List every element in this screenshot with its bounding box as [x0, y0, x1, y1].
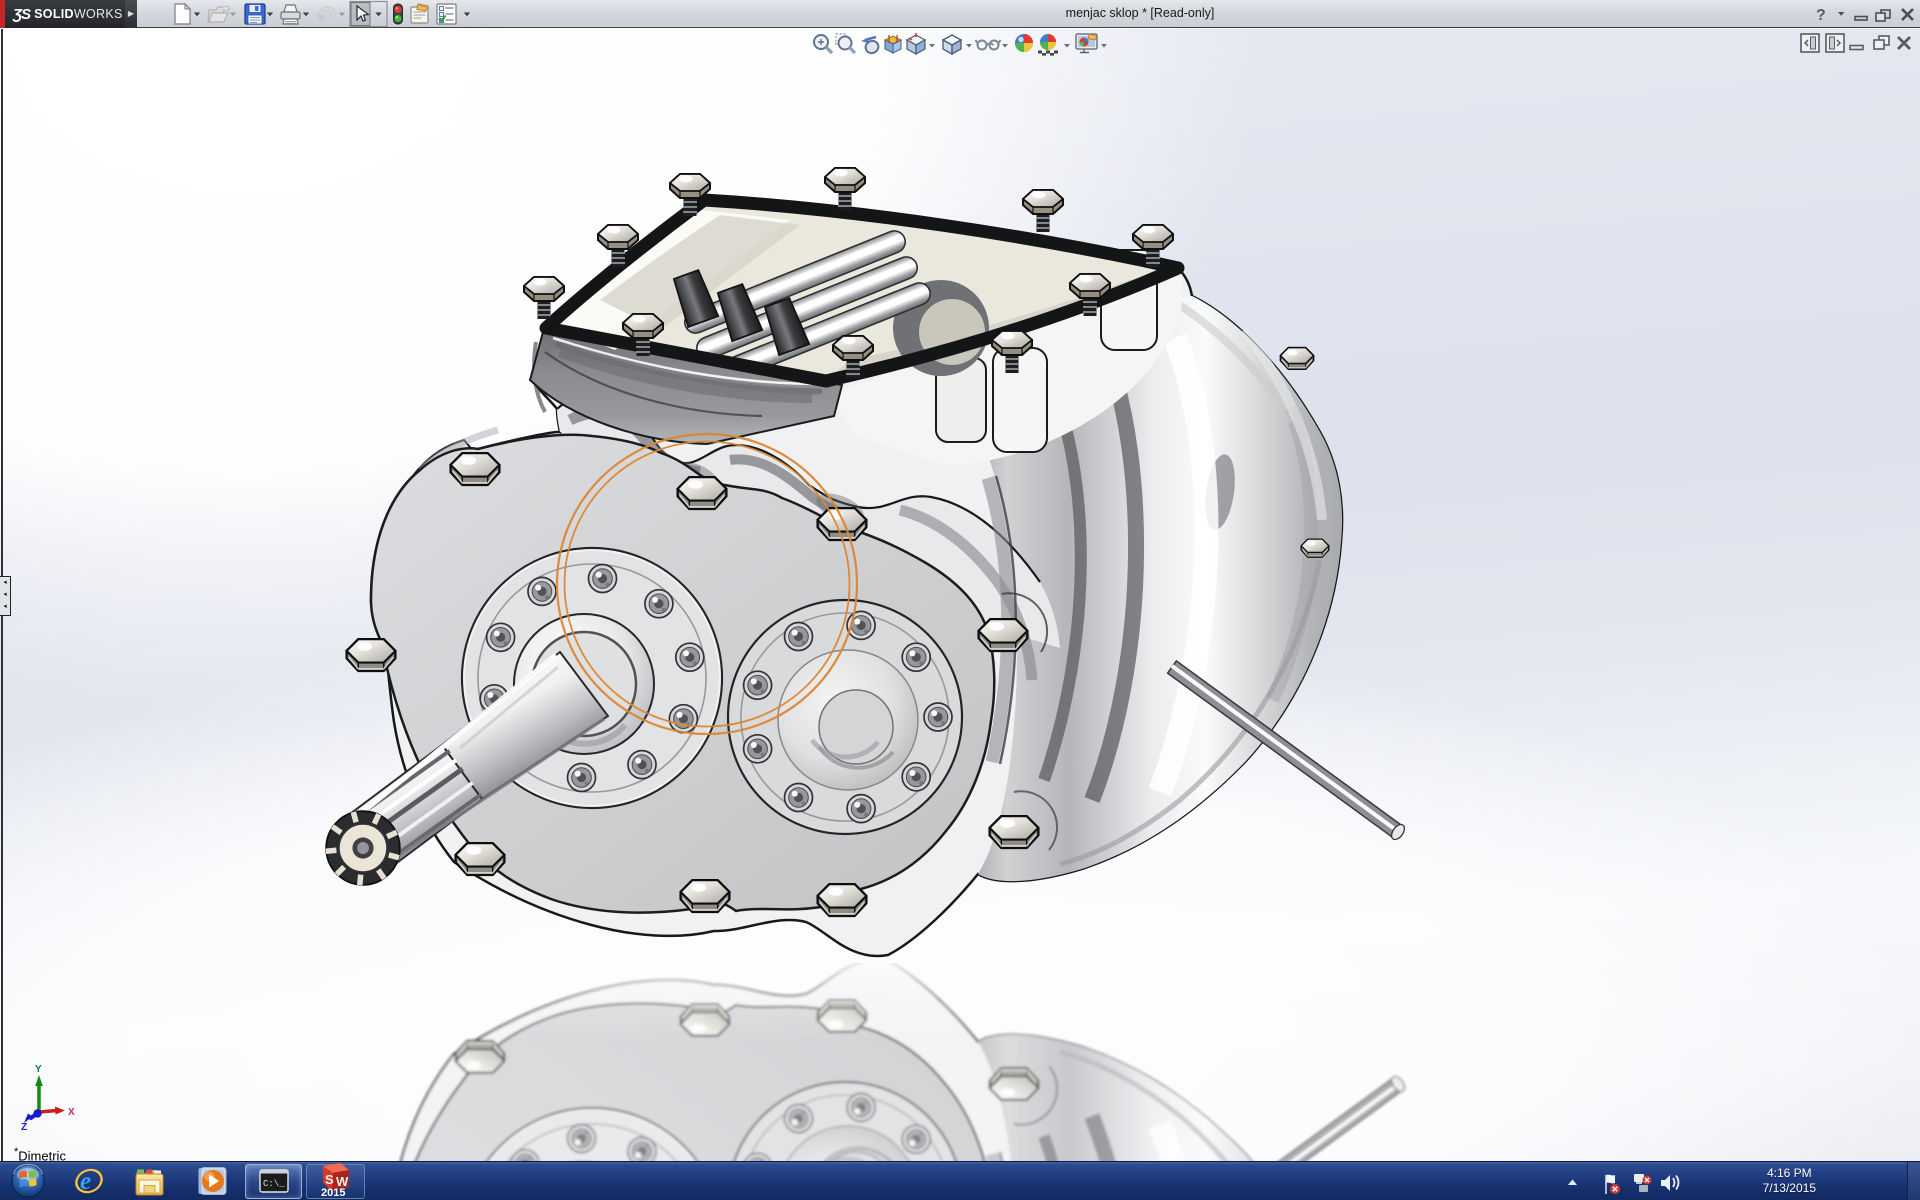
- svg-text:2015: 2015: [321, 1187, 345, 1199]
- svg-text:Y: Y: [35, 1064, 42, 1075]
- svg-text:Z: Z: [21, 1122, 27, 1130]
- svg-text:X: X: [68, 1107, 75, 1118]
- svg-text:S: S: [325, 1172, 334, 1187]
- svg-text:e: e: [80, 1168, 91, 1195]
- svg-text:?: ?: [1816, 7, 1826, 24]
- svg-text:C:\_: C:\_: [263, 1179, 285, 1189]
